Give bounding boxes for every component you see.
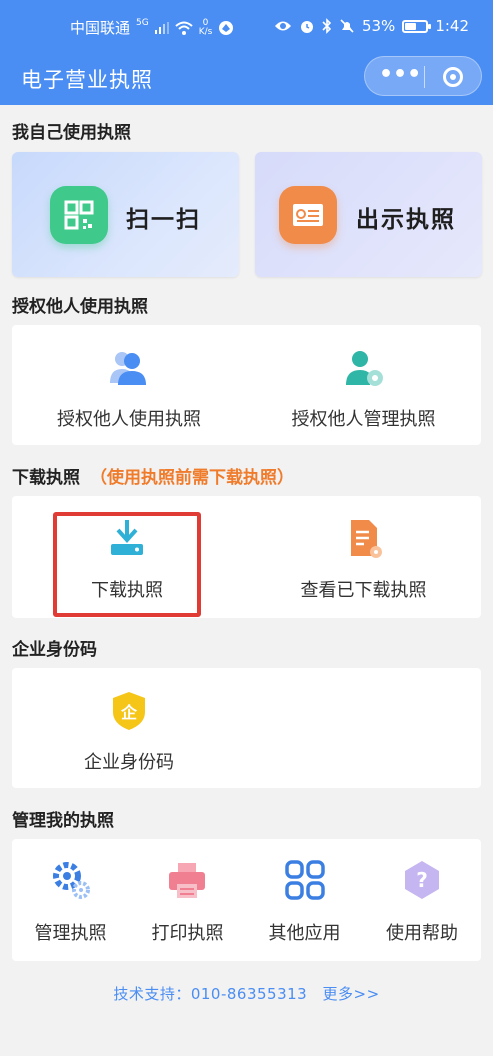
wifi-icon (175, 21, 193, 35)
battery-fill (405, 22, 417, 30)
section-title-self-use: 我自己使用执照 (12, 123, 131, 143)
enterprise-code-button[interactable]: 企 企业身份码 (12, 668, 246, 788)
gear-icon (53, 862, 90, 899)
help-button[interactable]: ? 使用帮助 (363, 839, 481, 961)
authorize-use-button[interactable]: 授权他人使用执照 (12, 325, 246, 445)
net-speed-unit: K/s (198, 26, 213, 37)
signal-icon (154, 21, 169, 34)
enterprise-badge-char: 企 (120, 703, 138, 722)
view-downloaded-button[interactable]: 查看已下载执照 (246, 496, 481, 618)
footer: 技术支持：010-86355313 更多>> (0, 983, 493, 1004)
title-bar: 电子营业执照 ••• (0, 52, 493, 105)
section-title-manage: 管理我的执照 (12, 811, 114, 831)
section-title-authorize: 授权他人使用执照 (12, 297, 148, 317)
other-apps-button[interactable]: 其他应用 (246, 839, 363, 961)
print-license-label: 打印执照 (151, 923, 224, 944)
grid-icon (285, 860, 325, 900)
highlight-frame (53, 512, 201, 617)
help-label: 使用帮助 (386, 923, 458, 944)
print-license-button[interactable]: 打印执照 (129, 839, 246, 961)
more-link[interactable]: 更多>> (323, 985, 380, 1003)
ellipsis-icon[interactable]: ••• (379, 64, 421, 89)
bluetooth-icon (322, 18, 332, 34)
support-phone: 技术支持：010-86355313 (113, 985, 308, 1003)
help-icon: ? (405, 861, 439, 899)
miniprogram-capsule: ••• (364, 56, 482, 96)
section-title-enterprise-code: 企业身份码 (12, 640, 97, 660)
document-icon (351, 520, 382, 558)
app-header: 中国联通 5G 0 K/s 53% 1:42 电子营业执照 ••• (0, 0, 493, 105)
authorize-manage-button[interactable]: 授权他人管理执照 (246, 325, 481, 445)
scan-tile[interactable]: 扫一扫 (12, 152, 239, 277)
view-downloaded-label: 查看已下载执照 (300, 580, 427, 601)
page-title: 电子营业执照 (21, 68, 153, 92)
enterprise-badge-icon: 企 (113, 692, 145, 730)
svg-text:?: ? (416, 868, 428, 892)
download-section-title: 下载执照 (12, 468, 80, 488)
scan-label: 扫一扫 (126, 207, 201, 233)
network-type: 5G (136, 17, 149, 28)
net-speed: 0 K/s (198, 18, 213, 37)
section-title-download: 下载执照 （使用执照前需下载执照） (12, 463, 294, 488)
show-license-tile[interactable]: 出示执照 (255, 152, 482, 277)
enterprise-code-label: 企业身份码 (84, 752, 174, 773)
shield-status-icon (219, 20, 234, 35)
user-gear-icon (346, 351, 383, 386)
users-icon (110, 352, 146, 385)
other-apps-label: 其他应用 (268, 923, 341, 944)
qr-scan-icon (50, 186, 108, 244)
manage-card: 管理执照 打印执照 其他应用 ? 使用帮助 (12, 839, 481, 961)
authorize-use-label: 授权他人使用执照 (57, 409, 201, 430)
status-bar: 中国联通 5G 0 K/s 53% 1:42 (0, 0, 493, 52)
battery-percent: 53% (361, 17, 396, 35)
battery-icon (402, 19, 432, 33)
target-close-icon[interactable] (443, 67, 463, 87)
download-note: （使用执照前需下载执照） (90, 468, 294, 488)
status-left: 中国联通 5G 0 K/s (70, 17, 234, 38)
manage-license-button[interactable]: 管理执照 (12, 839, 129, 961)
status-right: 53% 1:42 (274, 17, 469, 35)
enterprise-code-card: 企 企业身份码 (12, 668, 481, 788)
eye-icon (274, 21, 291, 31)
manage-license-label: 管理执照 (34, 923, 107, 944)
show-license-label: 出示执照 (356, 207, 456, 233)
authorize-card: 授权他人使用执照 授权他人管理执照 (12, 325, 481, 445)
alarm-icon (300, 21, 313, 33)
carrier-label: 中国联通 (70, 19, 131, 37)
certificate-icon (279, 186, 337, 244)
authorize-manage-label: 授权他人管理执照 (291, 409, 436, 430)
capsule-divider (424, 66, 425, 88)
mute-bell-icon (340, 19, 354, 33)
printer-icon (169, 863, 205, 898)
clock: 1:42 (435, 17, 469, 35)
